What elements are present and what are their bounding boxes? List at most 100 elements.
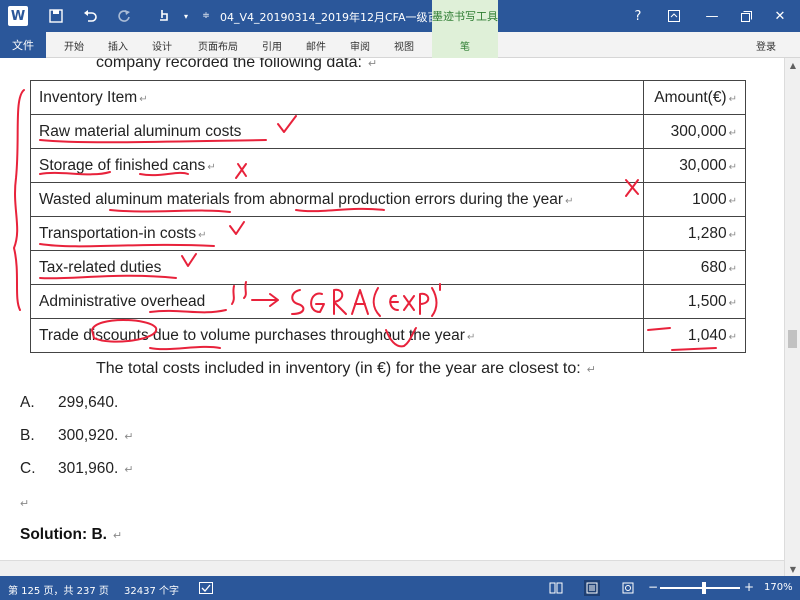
- cell-mark: ↵: [728, 161, 737, 173]
- customize-qat-icon[interactable]: ≑: [196, 6, 216, 26]
- option-b: B. 300,920. ↵: [20, 427, 134, 445]
- option-letter: B.: [20, 427, 35, 444]
- zoom-slider-thumb[interactable]: [702, 582, 706, 594]
- web-layout-icon[interactable]: [620, 580, 636, 596]
- read-mode-icon[interactable]: [548, 580, 564, 596]
- row-item: Transportation-in costs ↵: [30, 216, 644, 251]
- tab-view[interactable]: 视图: [394, 38, 414, 53]
- title-bar: W ▾ ≑ 04_V4_20190314_2019年12月CFA一级百题... …: [0, 0, 800, 32]
- cell-mark: ↵: [466, 331, 476, 343]
- tab-insert[interactable]: 插入: [108, 38, 128, 53]
- tab-mailings[interactable]: 邮件: [306, 38, 326, 53]
- tab-review[interactable]: 审阅: [350, 38, 370, 53]
- option-value: 300,920.: [58, 427, 119, 444]
- cell-mark: ↵: [207, 161, 216, 173]
- table-row: Transportation-in costs ↵ 1,280 ↵: [30, 216, 746, 251]
- close-icon[interactable]: ✕: [768, 4, 792, 28]
- cell-mark: ↵: [728, 93, 737, 105]
- tab-references[interactable]: 引用: [262, 38, 282, 53]
- scroll-up-icon[interactable]: ▲: [785, 58, 800, 72]
- cell-mark: ↵: [198, 229, 207, 241]
- minimize-icon[interactable]: —: [700, 4, 724, 28]
- row-item-text: Trade discounts due to volume purchases …: [39, 326, 465, 344]
- row-item: Administrative overhead: [30, 284, 644, 319]
- print-layout-icon[interactable]: [584, 580, 600, 596]
- inventory-table: Inventory Item ↵ Amount(€) ↵ Raw material …: [30, 80, 746, 353]
- touch-mode-icon[interactable]: [154, 6, 174, 26]
- proofing-icon[interactable]: [198, 580, 214, 596]
- table-row: Trade discounts due to volume purchases …: [30, 318, 746, 353]
- option-c: C. 301,960. ↵: [20, 460, 134, 478]
- solution-text: Solution: B. ↵: [20, 526, 122, 544]
- tab-page-layout[interactable]: 页面布局: [198, 38, 238, 53]
- page-count[interactable]: 第 125 页，共 237 页: [8, 582, 109, 597]
- row-item-text: Administrative overhead: [39, 292, 206, 310]
- ink-tools-group: 墨迹书写工具: [432, 0, 498, 32]
- qat-dropdown-icon[interactable]: ▾: [176, 6, 196, 26]
- status-bar: 第 125 页，共 237 页 32437 个字 − + 170%: [0, 576, 800, 600]
- scroll-down-icon[interactable]: ▼: [785, 562, 800, 576]
- row-item-text: Raw material aluminum costs: [39, 122, 242, 140]
- signin-link[interactable]: 登录: [756, 38, 776, 53]
- vertical-scrollbar[interactable]: ▲ ▼: [784, 58, 800, 576]
- zoom-slider[interactable]: [660, 587, 740, 589]
- row-item: Storage of finished cans ↵: [30, 148, 644, 183]
- paragraph-mark: ↵: [124, 464, 134, 476]
- cell-mark: ↵: [139, 93, 148, 105]
- scroll-thumb[interactable]: [788, 330, 797, 348]
- row-item: Wasted aluminum materials from abnormal …: [30, 182, 644, 217]
- cell-mark: ↵: [728, 127, 737, 139]
- help-button[interactable]: ?: [626, 4, 650, 28]
- document-page[interactable]: company recorded the following data: ↵ In…: [0, 58, 784, 576]
- row-amount: 30,000 ↵: [643, 148, 746, 183]
- row-amount: 1,040 ↵: [643, 318, 746, 353]
- ink-brace: [13, 89, 25, 311]
- undo-icon[interactable]: [80, 6, 100, 26]
- ribbon-display-icon[interactable]: [662, 4, 686, 28]
- cell-mark: ↵: [728, 195, 737, 207]
- tab-design[interactable]: 设计: [152, 38, 172, 53]
- row-amount: 680 ↵: [643, 250, 746, 285]
- cell-mark: ↵: [728, 229, 737, 241]
- table-row: Tax-related duties 680 ↵: [30, 250, 746, 285]
- zoom-in-button[interactable]: +: [744, 580, 754, 594]
- restore-icon[interactable]: [734, 4, 758, 28]
- intro-text-content: company recorded the following data:: [96, 58, 362, 71]
- zoom-level[interactable]: 170%: [764, 582, 793, 593]
- cell-mark: ↵: [728, 263, 737, 275]
- word-count[interactable]: 32437 个字: [124, 582, 179, 597]
- empty-paragraph: ↵: [20, 494, 29, 512]
- document-title: 04_V4_20190314_2019年12月CFA一级百题...: [220, 11, 461, 24]
- row-amount-text: 1,040: [687, 326, 727, 344]
- table-row: Wasted aluminum materials from abnormal …: [30, 182, 746, 217]
- row-amount: 1,500 ↵: [643, 284, 746, 319]
- save-icon[interactable]: [46, 6, 66, 26]
- horizontal-scrollbar[interactable]: [0, 560, 784, 576]
- row-amount-text: 1,500: [687, 292, 727, 310]
- word-icon[interactable]: W: [8, 6, 28, 26]
- intro-text: company recorded the following data: ↵: [96, 58, 377, 72]
- table-row: Raw material aluminum costs 300,000 ↵: [30, 114, 746, 149]
- table-row: Administrative overhead 1,500 ↵: [30, 284, 746, 319]
- header-amount: Amount(€) ↵: [643, 80, 746, 115]
- tab-file[interactable]: 文件: [0, 32, 46, 58]
- word-window: W ▾ ≑ 04_V4_20190314_2019年12月CFA一级百题... …: [0, 0, 800, 600]
- cell-mark: ↵: [565, 195, 574, 207]
- tab-home[interactable]: 开始: [64, 38, 84, 53]
- option-value: 301,960.: [58, 460, 119, 477]
- row-item-text: Wasted aluminum materials from abnormal …: [39, 190, 564, 208]
- row-item-text: Tax-related duties: [39, 258, 162, 276]
- paragraph-mark: ↵: [586, 364, 596, 376]
- paragraph-mark: ↵: [112, 530, 123, 542]
- question-text: The total costs included in inventory (i…: [96, 360, 596, 378]
- paragraph-mark: ↵: [124, 431, 134, 443]
- tab-pen[interactable]: 笔: [432, 32, 498, 58]
- row-item: Raw material aluminum costs: [30, 114, 644, 149]
- table-row: Storage of finished cans ↵ 30,000 ↵: [30, 148, 746, 183]
- redo-icon[interactable]: [114, 6, 134, 26]
- zoom-out-button[interactable]: −: [648, 580, 658, 594]
- row-amount-text: 300,000: [670, 122, 727, 140]
- row-item: Tax-related duties: [30, 250, 644, 285]
- row-item-text: Storage of finished cans: [39, 156, 206, 174]
- row-item-text: Transportation-in costs: [39, 224, 197, 242]
